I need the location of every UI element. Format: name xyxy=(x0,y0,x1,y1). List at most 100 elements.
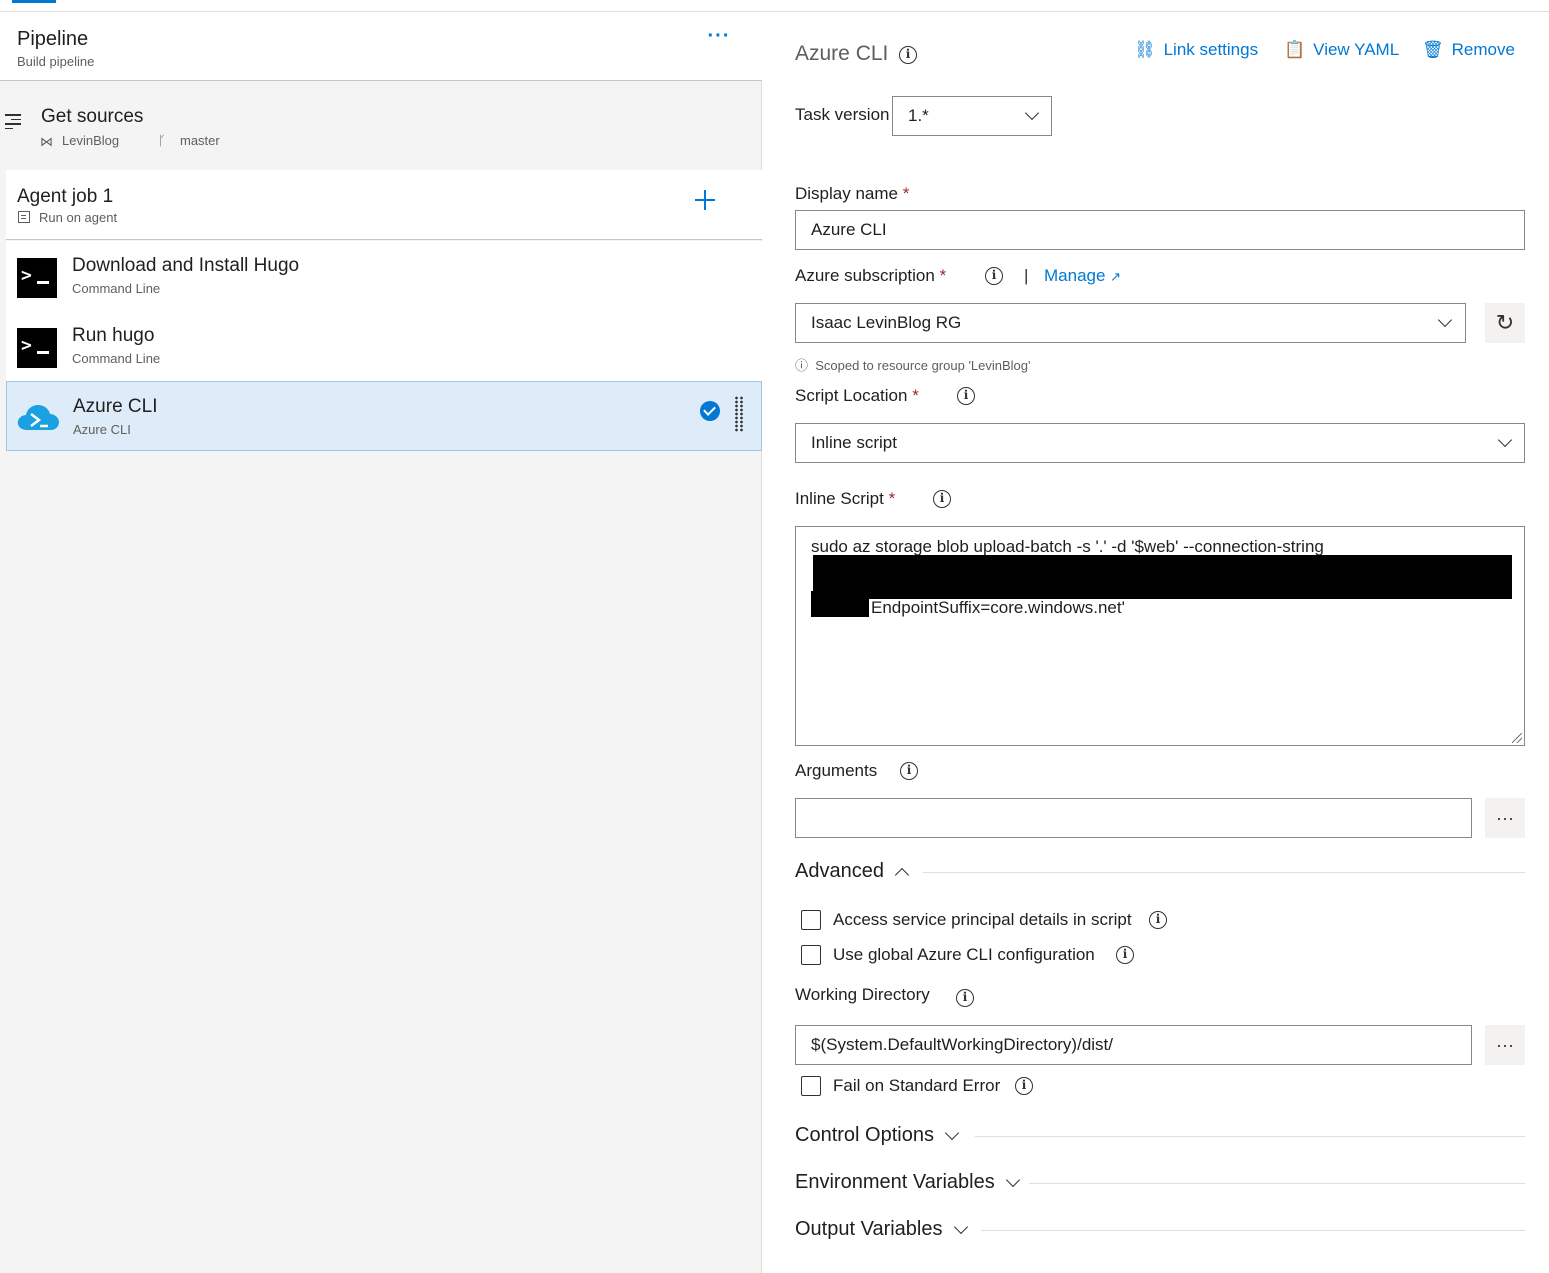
view-yaml-label: View YAML xyxy=(1313,40,1400,59)
agent-server-icon xyxy=(18,211,30,223)
task-details-panel: Azure CLI i ⛓ Link settings 📋 View YAML … xyxy=(763,12,1549,1273)
repo-name: LevinBlog xyxy=(62,133,120,148)
info-icon[interactable]: i xyxy=(900,762,918,780)
azure-subscription-select[interactable]: Isaac LevinBlog RG xyxy=(795,303,1466,343)
task-details-title: Azure CLI xyxy=(795,42,889,65)
script-location-label: Script Location * xyxy=(795,386,919,405)
script-location-value: Inline script xyxy=(811,433,897,452)
environment-variables-label: Environment Variables xyxy=(795,1171,995,1193)
task-version-value: 1.* xyxy=(908,106,929,125)
task-subtitle: Command Line xyxy=(72,281,161,296)
info-icon[interactable]: i xyxy=(985,267,1003,285)
task-item[interactable]: > Run hugo Command Line xyxy=(6,311,762,381)
chevron-down-icon xyxy=(1497,432,1513,448)
display-name-input[interactable]: Azure CLI xyxy=(795,210,1525,250)
fail-on-stderr-checkbox[interactable] xyxy=(801,1076,821,1096)
refresh-icon: ↻ xyxy=(1495,310,1515,335)
fail-on-stderr-label: Fail on Standard Error xyxy=(833,1076,1001,1095)
task-title: Download and Install Hugo xyxy=(72,255,300,276)
task-subtitle: Command Line xyxy=(72,351,161,366)
task-version-select[interactable]: 1.* xyxy=(892,96,1052,136)
enabled-check-icon xyxy=(700,401,720,421)
chevron-up-icon xyxy=(894,867,910,882)
redacted-block xyxy=(811,591,869,617)
azure-subscription-label: Azure subscription * xyxy=(795,266,947,285)
agent-job[interactable]: Agent job 1 Run on agent xyxy=(6,170,762,240)
pipeline-title: Pipeline xyxy=(17,28,89,50)
task-item[interactable]: > Download and Install Hugo Command Line xyxy=(6,241,762,311)
info-icon[interactable]: i xyxy=(1116,946,1134,964)
task-title: Run hugo xyxy=(72,325,155,346)
pipeline-tasks-panel: Pipeline Build pipeline ··· Get sources … xyxy=(0,12,762,1273)
arguments-label: Arguments xyxy=(795,761,878,780)
info-icon[interactable]: i xyxy=(957,387,975,405)
inline-script-textarea[interactable]: sudo az storage blob upload-batch -s '.'… xyxy=(795,526,1525,746)
working-directory-input[interactable]: $(System.DefaultWorkingDirectory)/dist/ xyxy=(795,1025,1472,1065)
agent-job-subtitle: Run on agent xyxy=(39,210,118,225)
section-divider xyxy=(923,872,1525,873)
subscription-scope-hint: ⓘ Scoped to resource group 'LevinBlog' xyxy=(795,358,1031,373)
refresh-button[interactable]: ↻ xyxy=(1485,303,1525,343)
external-link-icon: ↗ xyxy=(1110,269,1122,284)
trash-icon: 🗑 xyxy=(1422,40,1444,59)
pipeline-header[interactable]: Pipeline Build pipeline ··· xyxy=(0,12,762,81)
info-icon[interactable]: i xyxy=(933,490,951,508)
manage-link[interactable]: Manage ↗ xyxy=(1044,266,1121,286)
task-title: Azure CLI xyxy=(73,396,158,417)
info-icon[interactable]: i xyxy=(1015,1077,1033,1095)
add-task-button[interactable] xyxy=(693,188,717,212)
remove-button[interactable]: 🗑 Remove xyxy=(1422,40,1515,60)
chevron-down-icon xyxy=(1005,1172,1020,1187)
agent-job-title: Agent job 1 xyxy=(17,186,114,207)
get-sources-title: Get sources xyxy=(41,106,144,127)
top-accent-bar xyxy=(12,0,56,3)
azure-subscription-value: Isaac LevinBlog RG xyxy=(811,313,962,332)
command-line-icon: > xyxy=(17,258,57,298)
working-directory-label: Working Directory xyxy=(795,985,930,1004)
branch-name: master xyxy=(180,133,220,148)
task-subtitle: Azure CLI xyxy=(73,422,131,437)
output-variables-section-toggle[interactable]: Output Variables xyxy=(795,1218,971,1241)
output-variables-label: Output Variables xyxy=(795,1218,943,1240)
control-options-section-toggle[interactable]: Control Options xyxy=(795,1124,962,1147)
section-divider xyxy=(981,1230,1525,1231)
link-settings-button[interactable]: ⛓ Link settings xyxy=(1134,40,1258,60)
chevron-down-icon xyxy=(953,1219,968,1234)
task-version-label: Task version xyxy=(795,105,890,124)
global-cli-config-label: Use global Azure CLI configuration xyxy=(833,945,1095,964)
view-yaml-button[interactable]: 📋 View YAML xyxy=(1284,40,1399,60)
advanced-section-toggle[interactable]: Advanced xyxy=(795,860,912,883)
command-line-icon: > xyxy=(17,328,57,368)
link-settings-label: Link settings xyxy=(1163,40,1259,59)
chevron-down-icon xyxy=(1024,105,1040,121)
info-icon[interactable]: i xyxy=(899,46,917,64)
arguments-browse-button[interactable]: ··· xyxy=(1485,798,1525,838)
display-name-label: Display name * xyxy=(795,184,910,203)
chevron-down-icon xyxy=(944,1125,960,1140)
chevron-down-icon xyxy=(1437,312,1453,328)
get-sources-item[interactable]: Get sources ⋈ LevinBlog ᚴ master xyxy=(0,92,762,162)
branch-icon: ᚴ xyxy=(158,133,166,148)
environment-variables-section-toggle[interactable]: Environment Variables xyxy=(795,1171,1023,1194)
resize-handle-icon[interactable] xyxy=(1512,733,1522,743)
section-divider xyxy=(975,1136,1525,1137)
redacted-block xyxy=(813,555,1512,599)
access-service-principal-label: Access service principal details in scri… xyxy=(833,910,1132,929)
drag-handle-icon[interactable] xyxy=(734,396,744,432)
info-icon[interactable]: i xyxy=(1149,911,1167,929)
display-name-value: Azure CLI xyxy=(811,220,887,239)
get-sources-icon xyxy=(5,114,23,130)
more-options-button[interactable]: ··· xyxy=(706,26,732,50)
arguments-input[interactable] xyxy=(795,798,1472,838)
global-cli-config-checkbox[interactable] xyxy=(801,945,821,965)
control-options-label: Control Options xyxy=(795,1124,934,1146)
task-item-selected[interactable]: Azure CLI Azure CLI xyxy=(6,381,762,451)
remove-label: Remove xyxy=(1451,40,1515,59)
script-location-select[interactable]: Inline script xyxy=(795,423,1525,463)
section-divider xyxy=(1029,1183,1525,1184)
access-service-principal-checkbox[interactable] xyxy=(801,910,821,930)
pipeline-subtitle: Build pipeline xyxy=(17,54,95,69)
advanced-label: Advanced xyxy=(795,860,884,882)
working-directory-browse-button[interactable]: ··· xyxy=(1485,1025,1525,1065)
info-icon[interactable]: i xyxy=(956,989,974,1007)
